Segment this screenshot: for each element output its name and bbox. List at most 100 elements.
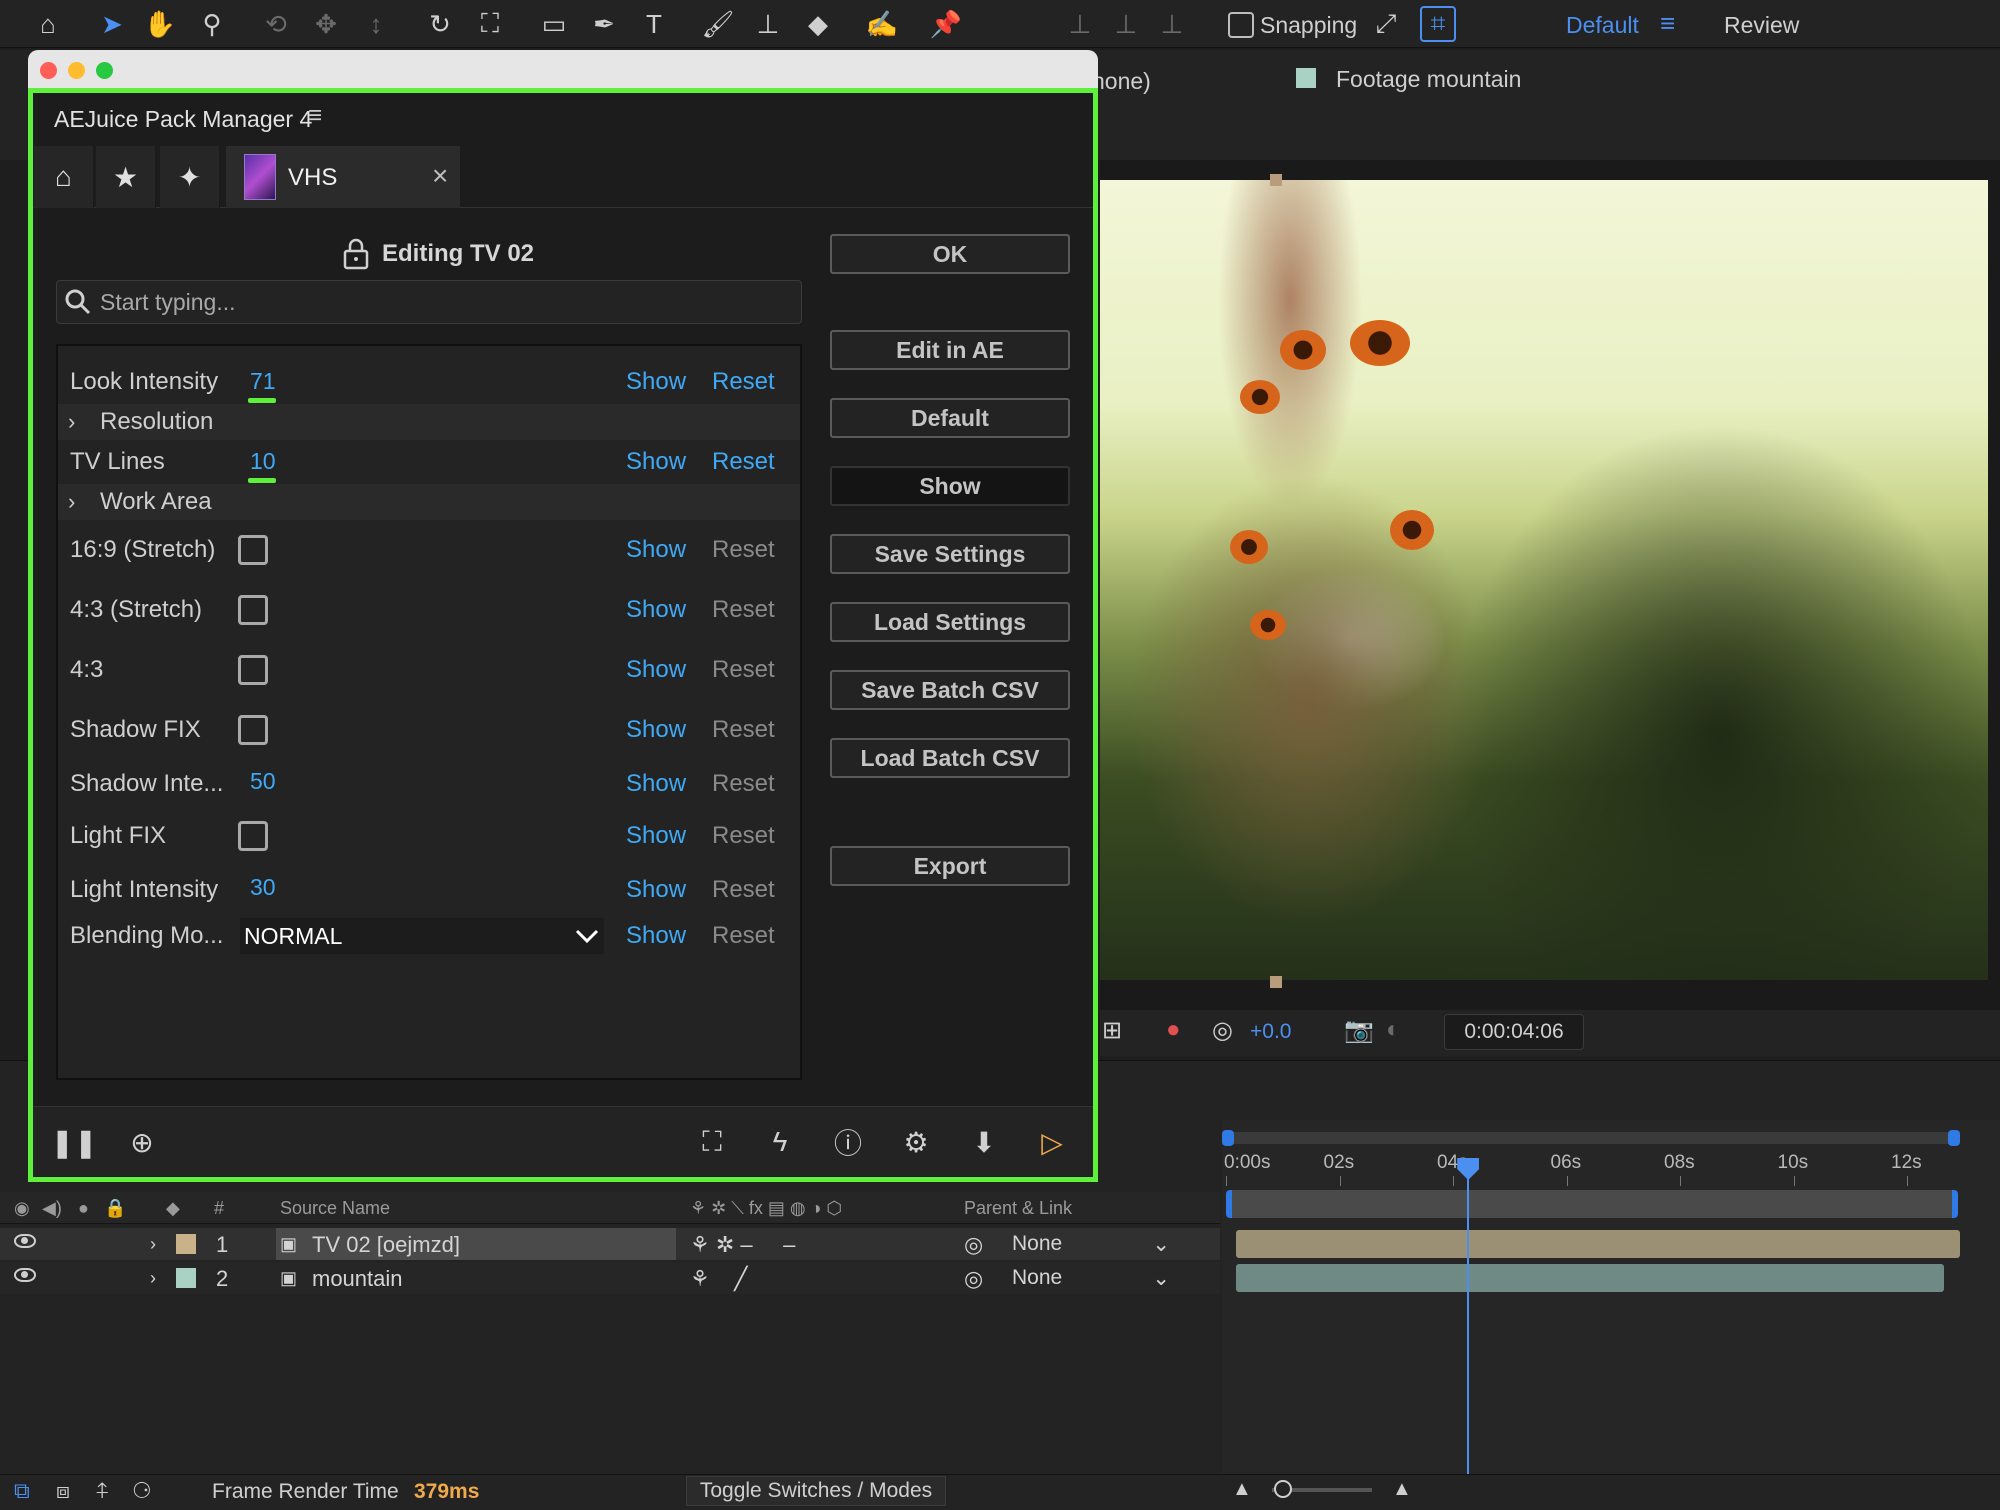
fit-selection-icon[interactable]: ⛶ xyxy=(694,1124,730,1160)
rectangle-icon[interactable]: ▭ xyxy=(534,6,574,42)
expand-chevron-icon[interactable]: › xyxy=(150,1268,156,1289)
param-show-link[interactable]: Show xyxy=(626,536,686,564)
param-reset-link[interactable]: Reset xyxy=(712,596,775,624)
time-navigator[interactable] xyxy=(1226,1190,1958,1218)
layer-duration-bar[interactable] xyxy=(1236,1230,1960,1258)
expand-chevron-icon[interactable]: › xyxy=(68,409,75,435)
local-axis-icon[interactable]: ⊥ xyxy=(1060,6,1100,42)
settings-gear-icon[interactable]: ⚙ xyxy=(898,1124,934,1160)
param-value[interactable]: 10 xyxy=(250,448,276,475)
param-reset-link[interactable]: Reset xyxy=(712,876,775,904)
snap-edge-icon[interactable]: ⤢ xyxy=(1366,6,1406,42)
selection-icon[interactable]: ➤ xyxy=(92,6,132,42)
graph-editor-icon[interactable]: ⚆ xyxy=(132,1478,152,1504)
pickwhip-icon[interactable]: ◎ xyxy=(964,1266,983,1292)
param-reset-link[interactable]: Reset xyxy=(712,822,775,850)
minimize-window-button[interactable] xyxy=(68,62,85,79)
expand-chevron-icon[interactable]: › xyxy=(150,1234,156,1255)
brush-icon[interactable]: 🖌 xyxy=(698,6,738,42)
parent-select[interactable]: None ⌄ xyxy=(1000,1230,1176,1258)
close-tab-icon[interactable]: × xyxy=(432,160,448,192)
effects-tab-icon[interactable]: ✦ xyxy=(160,146,220,208)
layer-switches[interactable]: ⚘ ╱ xyxy=(690,1266,747,1292)
exposure-reset-icon[interactable]: ◎ xyxy=(1212,1016,1233,1045)
default-button[interactable]: Default xyxy=(830,398,1070,438)
dolly-icon[interactable]: ↕ xyxy=(356,6,396,42)
save-batch-csv-button[interactable]: Save Batch CSV xyxy=(830,670,1070,710)
pan-icon[interactable]: ✥ xyxy=(306,6,346,42)
param-checkbox[interactable] xyxy=(238,715,268,745)
current-time-display[interactable]: 0:00:04:06 xyxy=(1444,1014,1584,1050)
world-axis-icon[interactable]: ⊥ xyxy=(1106,6,1146,42)
param-reset-link[interactable]: Reset xyxy=(712,448,775,476)
param-value[interactable]: 71 xyxy=(250,368,276,395)
hand-icon[interactable]: ✋ xyxy=(140,6,180,42)
blending-mode-select[interactable]: NORMAL xyxy=(240,918,604,954)
lightning-icon[interactable]: ϟ xyxy=(762,1124,798,1160)
param-reset-link[interactable]: Reset xyxy=(712,770,775,798)
panel-menu-icon[interactable]: ≡ xyxy=(308,102,322,130)
layer-handle[interactable] xyxy=(1270,174,1282,186)
param-checkbox[interactable] xyxy=(238,535,268,565)
layer-name[interactable]: TV 02 [oejmzd] xyxy=(312,1232,460,1258)
layer-handle[interactable] xyxy=(1270,976,1282,988)
label-color-swatch[interactable] xyxy=(176,1268,196,1288)
param-value[interactable]: 50 xyxy=(250,768,276,795)
show-snapshot-icon[interactable]: ◐ xyxy=(1386,1016,1401,1044)
param-checkbox[interactable] xyxy=(238,655,268,685)
param-reset-link[interactable]: Reset xyxy=(712,922,775,950)
layer-duration-bar[interactable] xyxy=(1236,1264,1944,1292)
eraser-icon[interactable]: ◆ xyxy=(798,6,838,42)
zoom-icon[interactable]: ⚲ xyxy=(192,6,232,42)
close-window-button[interactable] xyxy=(40,62,57,79)
zoom-slider-thumb[interactable] xyxy=(1274,1480,1292,1498)
pickwhip-icon[interactable]: ◎ xyxy=(964,1232,983,1258)
comp-flowchart-icon[interactable]: ⧉ xyxy=(14,1478,30,1504)
layer-name[interactable]: mountain xyxy=(312,1266,403,1292)
param-checkbox[interactable] xyxy=(238,821,268,851)
toggle-switches-button[interactable]: Toggle Switches / Modes xyxy=(686,1476,946,1506)
pause-icon[interactable]: ❚❚ xyxy=(51,1124,98,1160)
playhead-line[interactable] xyxy=(1467,1160,1470,1480)
layer-row[interactable]: › 2 ▣ mountain ⚘ ╱ ◎ None ⌄ xyxy=(0,1262,1220,1294)
param-show-link[interactable]: Show xyxy=(626,716,686,744)
param-show-link[interactable]: Show xyxy=(626,822,686,850)
download-icon[interactable]: ⬇ xyxy=(966,1124,1002,1160)
work-area-end-handle[interactable] xyxy=(1948,1130,1960,1146)
pen-icon[interactable]: ✒ xyxy=(584,6,624,42)
home-tab-icon[interactable]: ⌂ xyxy=(34,146,94,208)
export-button[interactable]: Export xyxy=(830,846,1070,886)
edit-in-ae-button[interactable]: Edit in AE xyxy=(830,330,1070,370)
param-show-link[interactable]: Show xyxy=(626,876,686,904)
label-color-swatch[interactable] xyxy=(176,1234,196,1254)
layer-switches[interactable]: ⚘ ✲ – – xyxy=(690,1232,795,1258)
snap-target-icon[interactable]: ⌗ xyxy=(1420,6,1456,42)
comp-tab-label[interactable]: none) xyxy=(1092,68,1151,95)
parent-select[interactable]: None ⌄ xyxy=(1000,1264,1176,1292)
workspace-default-tab[interactable]: Default xyxy=(1566,12,1639,39)
param-value[interactable]: 30 xyxy=(250,874,276,901)
source-name-header[interactable]: Source Name xyxy=(280,1198,390,1219)
pan-behind-icon[interactable]: ⛶ xyxy=(470,6,510,42)
param-reset-link[interactable]: Reset xyxy=(712,656,775,684)
param-show-link[interactable]: Show xyxy=(626,770,686,798)
param-show-link[interactable]: Show xyxy=(626,656,686,684)
favorites-tab-icon[interactable]: ★ xyxy=(96,146,156,208)
composition-frame-image[interactable] xyxy=(1100,180,1988,980)
channel-icon[interactable]: ● xyxy=(1166,1016,1181,1044)
render-options-icon[interactable]: ⧈ xyxy=(56,1478,70,1504)
view-axis-icon[interactable]: ⊥ xyxy=(1152,6,1192,42)
workspace-menu-icon[interactable]: ≡ xyxy=(1660,8,1675,39)
zoom-in-icon[interactable]: ⊕ xyxy=(124,1124,160,1160)
help-icon[interactable]: ⓘ xyxy=(830,1124,866,1160)
rotate-icon[interactable]: ↻ xyxy=(420,6,460,42)
param-reset-link[interactable]: Reset xyxy=(712,368,775,396)
exposure-value[interactable]: +0.0 xyxy=(1250,1020,1291,1044)
visibility-eye-icon[interactable] xyxy=(14,1234,36,1248)
work-area-bar[interactable] xyxy=(1226,1132,1958,1144)
transfer-controls-icon[interactable]: ⍏ xyxy=(96,1478,109,1504)
workspace-review-tab[interactable]: Review xyxy=(1724,12,1799,39)
work-area-start-handle[interactable] xyxy=(1222,1130,1234,1146)
load-settings-button[interactable]: Load Settings xyxy=(830,602,1070,642)
param-group-row[interactable]: › Work Area xyxy=(58,484,800,520)
